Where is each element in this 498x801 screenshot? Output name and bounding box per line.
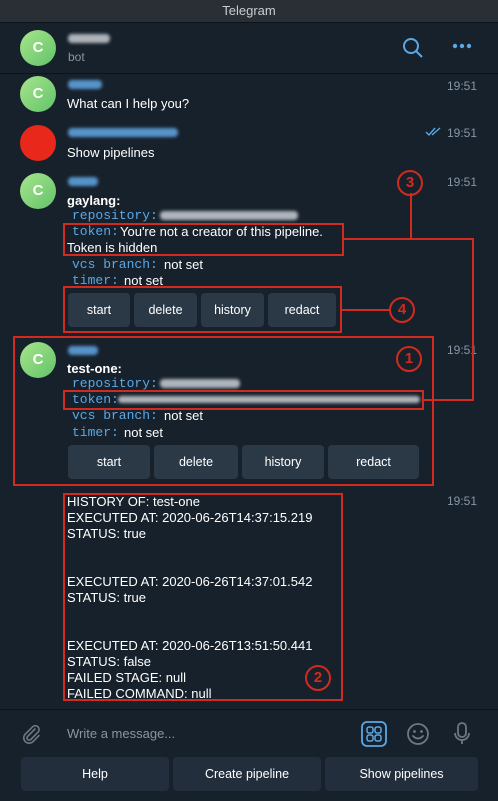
- read-check-icon: [425, 127, 441, 137]
- repository-label: repository:: [72, 208, 158, 223]
- vcs-branch-label: vcs branch:: [72, 257, 158, 272]
- message-text: What can I help you?: [67, 96, 190, 111]
- annotation-box-history: [63, 493, 343, 701]
- sender-avatar[interactable]: C: [20, 76, 56, 112]
- chat-avatar[interactable]: C: [20, 30, 56, 66]
- emoji-icon[interactable]: [406, 722, 430, 746]
- vcs-branch-value: not set: [164, 257, 204, 272]
- attach-icon[interactable]: [20, 723, 42, 745]
- annotation-number: 4: [389, 297, 415, 323]
- annotation-box-token: [63, 390, 424, 410]
- pipeline-name: gaylang:: [67, 193, 121, 208]
- sender-name-redacted: [68, 128, 178, 137]
- bot-keyboard-icon[interactable]: [361, 721, 387, 747]
- chat-status: bot: [68, 50, 85, 64]
- sender-name-redacted: [68, 80, 102, 89]
- message-time: 19:51: [447, 79, 478, 93]
- annotation-box-buttons: [63, 286, 342, 333]
- microphone-icon[interactable]: [453, 722, 471, 746]
- create-pipeline-button[interactable]: Create pipeline: [173, 757, 321, 791]
- window-title: Telegram: [0, 0, 498, 23]
- annotation-connector: [342, 309, 390, 311]
- sender-avatar[interactable]: [20, 125, 56, 161]
- repository-value-redacted: [160, 211, 298, 220]
- chat-header: C bot: [0, 23, 498, 74]
- bot-keyboard: Help Create pipeline Show pipelines: [0, 757, 498, 801]
- chat-name-redacted: [68, 34, 110, 43]
- annotation-box-token-note: [63, 223, 344, 256]
- message-time: 19:51: [447, 126, 478, 140]
- help-button[interactable]: Help: [21, 757, 169, 791]
- annotation-connector: [424, 399, 474, 401]
- annotation-number: 3: [397, 170, 423, 196]
- annotation-box-pipeline: [13, 336, 434, 486]
- sender-name-redacted: [68, 177, 98, 186]
- message-time: 19:51: [447, 175, 478, 189]
- message-input[interactable]: Write a message...: [67, 726, 175, 741]
- annotation-connector: [472, 238, 474, 401]
- show-pipelines-button[interactable]: Show pipelines: [325, 757, 478, 791]
- annotation-connector: [344, 238, 411, 240]
- search-icon[interactable]: [402, 37, 424, 59]
- annotation-connector: [411, 238, 473, 240]
- more-icon[interactable]: [452, 43, 472, 49]
- annotation-number: 2: [305, 665, 331, 691]
- message-time: 19:51: [447, 494, 478, 508]
- sender-avatar[interactable]: C: [20, 173, 56, 209]
- annotation-number: 1: [396, 346, 422, 372]
- annotation-connector: [410, 193, 412, 239]
- message-text: Show pipelines: [67, 145, 155, 160]
- composer: Write a message...: [0, 709, 498, 758]
